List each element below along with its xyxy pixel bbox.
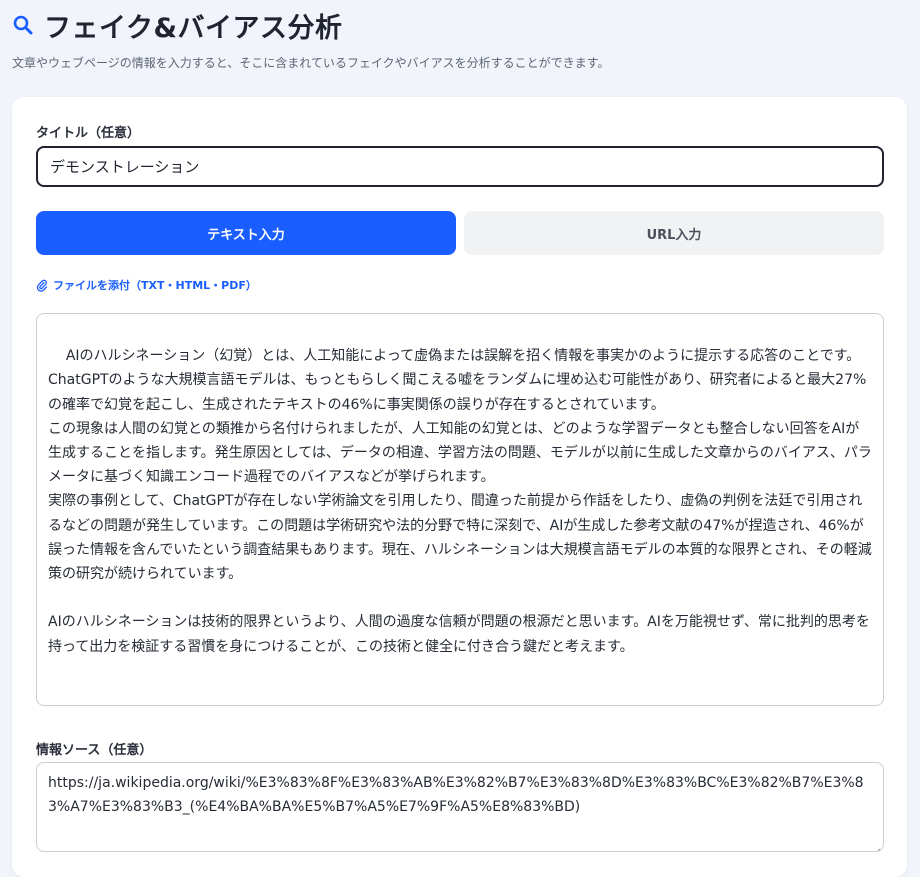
body-text-area[interactable]: AIのハルシネーション（幻覚）とは、人工知能によって虚偽または誤解を招く情報を事… [36, 313, 884, 706]
body-text-content: AIのハルシネーション（幻覚）とは、人工知能によって虚偽または誤解を招く情報を事… [48, 348, 872, 655]
resize-grip-icon[interactable] [872, 840, 881, 851]
search-icon [12, 14, 34, 36]
paperclip-icon [36, 279, 48, 292]
page-subtitle: 文章やウェブページの情報を入力すると、そこに含まれているフェイクやバイアスを分析… [12, 56, 610, 70]
analysis-form-card: タイトル（任意） テキスト入力 URL入力 ファイルを添付（TXT・HTML・P… [12, 97, 907, 877]
attach-file-link[interactable]: ファイルを添付（TXT・HTML・PDF） [36, 277, 257, 293]
page-title: フェイク&バイアス分析 [44, 12, 343, 44]
source-field-label: 情報ソース（任意） [36, 743, 153, 758]
title-input[interactable] [36, 146, 884, 187]
source-text-area[interactable]: https://ja.wikipedia.org/wiki/%E3%83%8F%… [36, 762, 884, 852]
tab-url-input[interactable]: URL入力 [464, 211, 884, 255]
attach-file-label: ファイルを添付（TXT・HTML・PDF） [53, 279, 257, 292]
page-header: フェイク&バイアス分析 文章やウェブページの情報を入力すると、そこに含まれている… [12, 6, 908, 71]
resize-grip-icon[interactable] [872, 694, 881, 703]
title-field-label: タイトル（任意） [36, 126, 141, 141]
source-text-content: https://ja.wikipedia.org/wiki/%E3%83%8F%… [48, 775, 864, 815]
tab-text-input[interactable]: テキスト入力 [36, 211, 456, 255]
title-row: フェイク&バイアス分析 [12, 6, 908, 44]
